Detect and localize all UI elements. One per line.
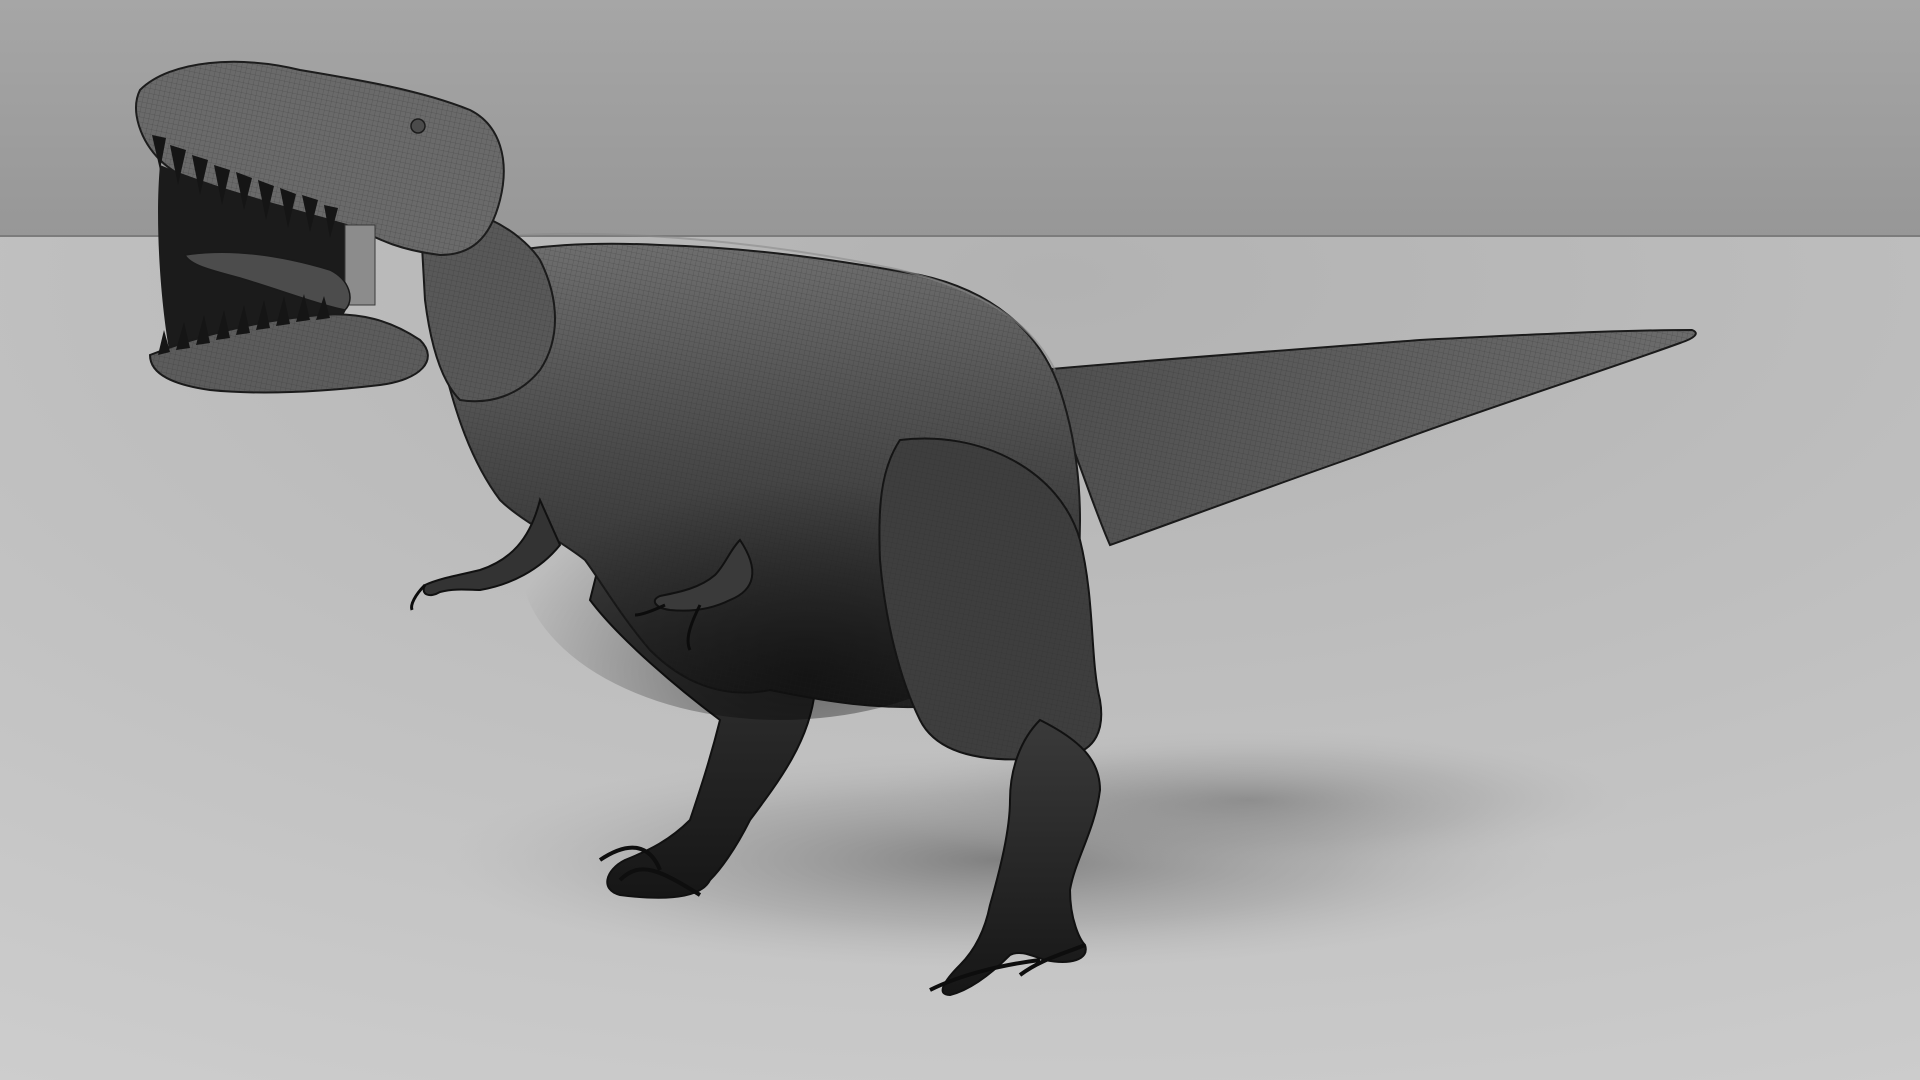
eye	[410, 118, 426, 134]
render-viewport	[0, 0, 1920, 1080]
render-canvas	[0, 0, 1920, 1080]
